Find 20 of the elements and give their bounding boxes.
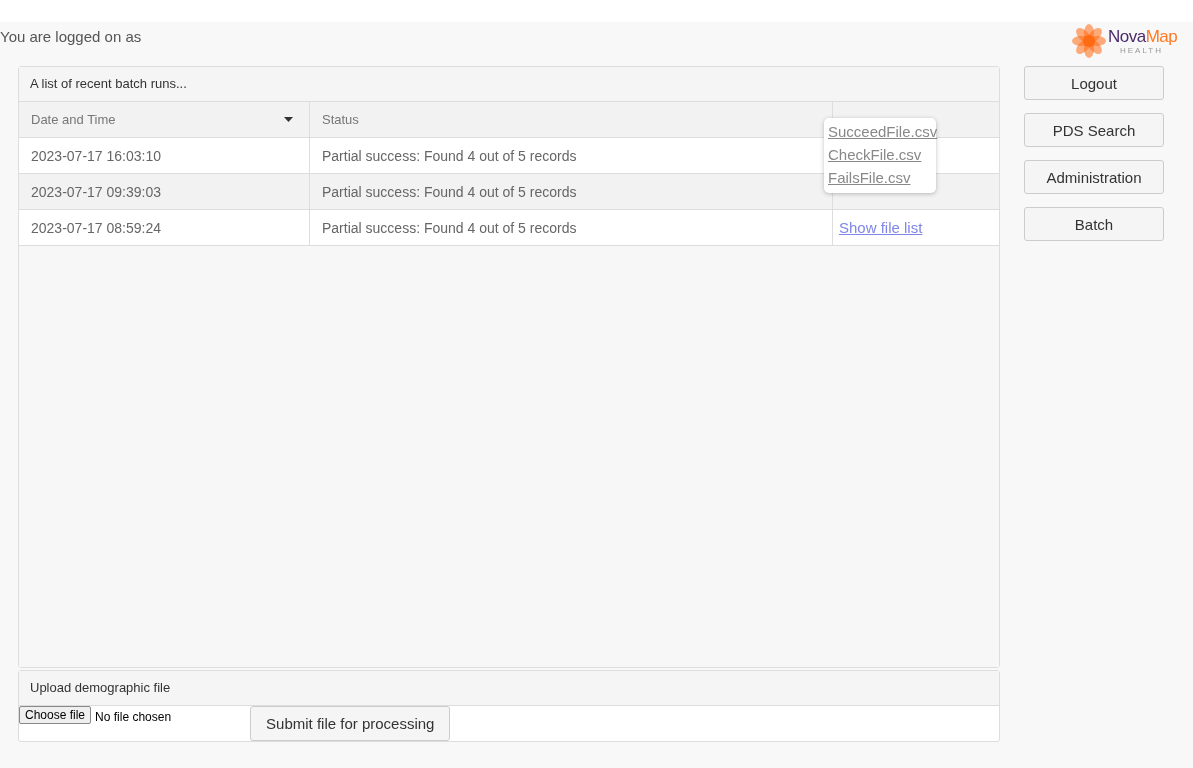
panel-title: A list of recent batch runs... — [19, 67, 999, 102]
login-status-text: You are logged on as — [0, 28, 143, 47]
nav-button[interactable]: Batch — [1024, 207, 1164, 241]
file-status-text: No file chosen — [95, 710, 173, 724]
table-cell: 2023-07-17 08:59:24 — [19, 210, 310, 245]
table-cell: 2023-07-17 16:03:10 — [19, 138, 310, 173]
flower-logo-icon — [1072, 24, 1106, 58]
logo-name: NovaMap — [1108, 27, 1178, 46]
logo-tagline: HEALTH — [1120, 45, 1164, 55]
choose-file-button[interactable]: Choose file — [19, 706, 92, 724]
column-header[interactable]: Date and Time — [19, 102, 310, 137]
file-link[interactable]: FailsFile.csv — [828, 166, 936, 189]
nav-button[interactable]: PDS Search — [1024, 113, 1164, 147]
submit-button[interactable]: Submit file for processing — [250, 706, 451, 741]
table-cell: 2023-07-17 09:39:03 — [19, 174, 310, 209]
nav-button[interactable]: Administration — [1024, 160, 1164, 194]
nav-button[interactable]: Logout — [1024, 66, 1164, 100]
table-cell: Partial success: Found 4 out of 5 records — [310, 210, 833, 245]
panel-title: Upload demographic file — [19, 671, 999, 706]
file-link[interactable]: CheckFile.csv — [828, 143, 936, 166]
